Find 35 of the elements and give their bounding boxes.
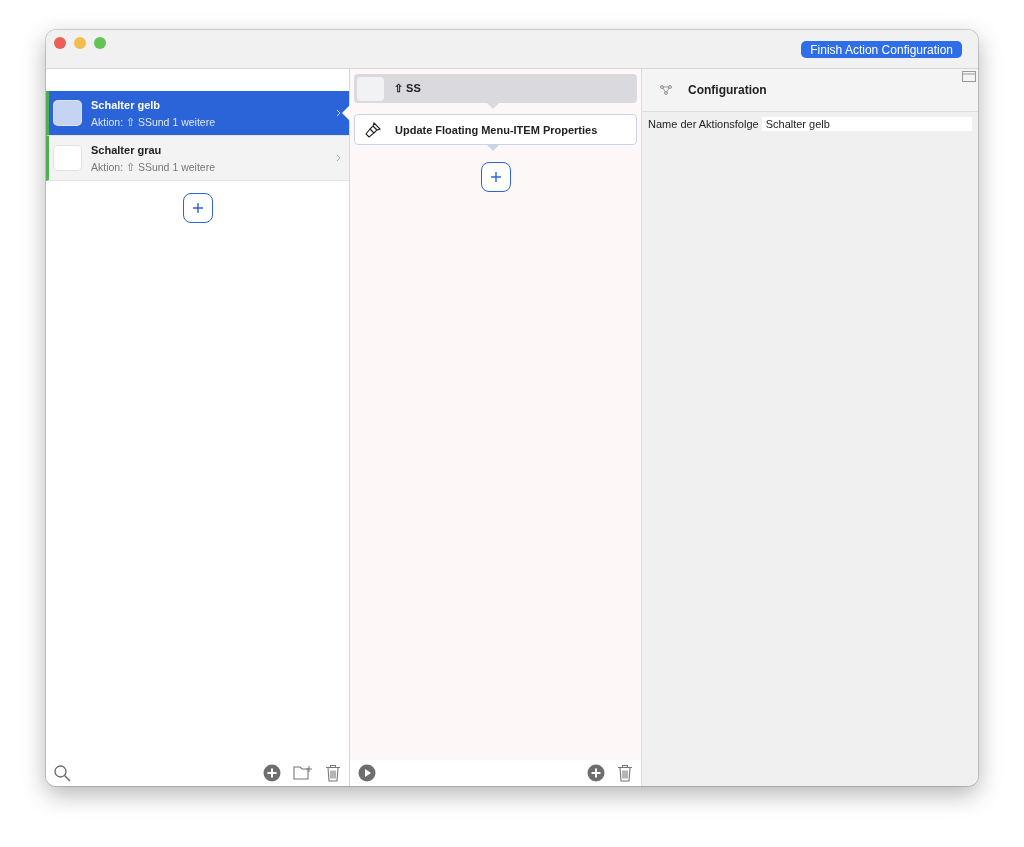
thumbnail — [54, 146, 81, 170]
trigger-card[interactable]: ⇧ SS — [354, 74, 637, 103]
card-label: ⇧ SS — [394, 82, 421, 95]
play-icon[interactable] — [358, 764, 376, 782]
action-card[interactable]: Update Floating Menu-ITEM Properties — [354, 114, 637, 145]
brush-icon — [365, 121, 381, 138]
chevron-icon — [336, 109, 341, 117]
field-label: Name der Aktionsfolge — [648, 118, 759, 130]
sequence-name: Schalter grau — [91, 143, 163, 156]
sequence-item[interactable]: Schalter gelb Aktion: ⇧ SSund 1 weitere — [46, 91, 349, 136]
chevron-icon — [336, 154, 341, 162]
finish-button[interactable]: Finish Action Configuration — [801, 41, 962, 58]
add-button[interactable] — [480, 162, 511, 192]
search-icon[interactable] — [54, 764, 71, 782]
plus-icon — [191, 202, 204, 214]
nodes-icon — [660, 85, 672, 95]
add-icon[interactable] — [263, 764, 281, 782]
add-button[interactable] — [182, 193, 213, 223]
new-folder-icon[interactable] — [293, 765, 313, 781]
window-icon[interactable] — [962, 71, 976, 82]
trash-icon[interactable] — [325, 764, 341, 782]
card-label: Update Floating Menu-ITEM Properties — [395, 123, 598, 136]
text-field[interactable]: Schalter gelb — [761, 117, 972, 131]
thumbnail — [54, 101, 81, 125]
plus-icon — [489, 171, 502, 183]
sequence-item[interactable]: Schalter grau Aktion: ⇧ SSund 1 weitere — [46, 136, 349, 181]
close-button[interactable] — [54, 37, 66, 49]
pointer-arrow — [487, 145, 499, 151]
add-icon[interactable] — [587, 764, 605, 782]
sequence-name: Schalter gelb — [91, 98, 162, 111]
trash-icon[interactable] — [617, 764, 633, 782]
thumbnail — [357, 76, 384, 101]
panel-title: Configuration — [688, 83, 767, 97]
sequence-subtitle: Aktion: ⇧ SSund 1 weitere — [91, 115, 216, 128]
sequence-subtitle: Aktion: ⇧ SSund 1 weitere — [91, 160, 216, 173]
